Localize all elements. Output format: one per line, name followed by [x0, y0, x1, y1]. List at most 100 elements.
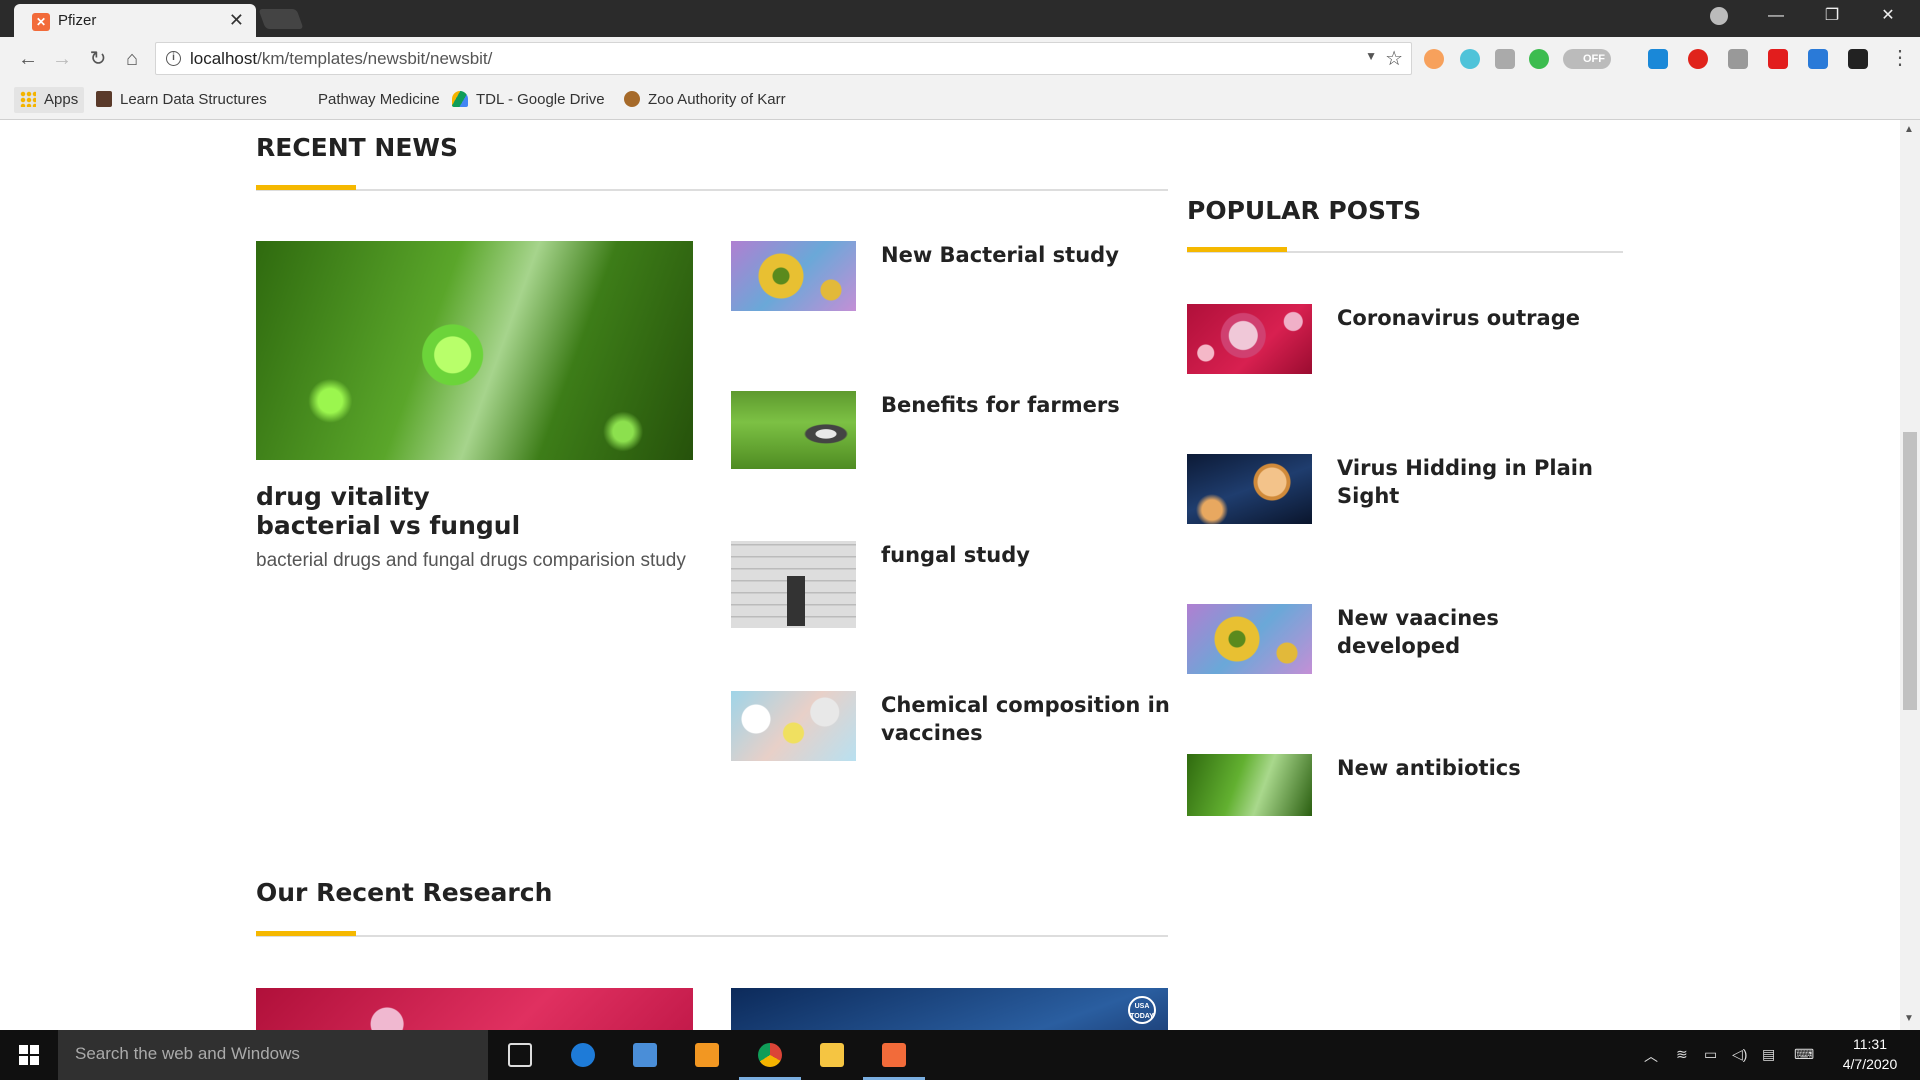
sublime-button[interactable]	[676, 1030, 738, 1080]
research-image[interactable]: USA TODAY	[731, 988, 1168, 1030]
taskbar-clock[interactable]: 11:31 4/7/2020	[1830, 1034, 1910, 1074]
volume-icon[interactable]: ◁)	[1732, 1046, 1747, 1063]
bookmark-learn-data-structures[interactable]: Learn Data Structures	[96, 87, 267, 113]
section-accent	[256, 185, 356, 190]
address-bar[interactable]: i localhost/km/templates/newsbit/newsbit…	[155, 42, 1412, 75]
extension-square-icon[interactable]	[1648, 49, 1668, 69]
keyboard-icon[interactable]: ⌨	[1794, 1046, 1814, 1063]
camera-icon[interactable]	[1848, 49, 1868, 69]
browser-toolbar: ← → ↻ ⌂ i localhost/km/templates/newsbit…	[0, 37, 1920, 81]
featured-image[interactable]	[256, 241, 693, 460]
chrome-icon	[758, 1043, 782, 1067]
restore-button[interactable]: ❐	[1804, 0, 1860, 34]
new-tab-button[interactable]	[258, 9, 304, 29]
post-thumbnail[interactable]	[1187, 604, 1312, 674]
post-item-title[interactable]: Virus Hidding in Plain Sight	[1337, 454, 1637, 510]
toggle-switch[interactable]: OFF	[1563, 49, 1611, 69]
taskbar-search[interactable]: Search the web and Windows	[58, 1030, 488, 1080]
post-thumbnail[interactable]	[1187, 454, 1312, 524]
taskbar-search-placeholder: Search the web and Windows	[75, 1044, 300, 1063]
extension-icon[interactable]	[1424, 49, 1444, 69]
network-app-button[interactable]	[614, 1030, 676, 1080]
featured-description: bacterial drugs and fungal drugs compari…	[256, 550, 686, 571]
bookmark-star-icon[interactable]: ☆	[1385, 46, 1403, 71]
bookmark-google-drive[interactable]: TDL - Google Drive	[452, 87, 605, 113]
close-window-button[interactable]: ✕	[1860, 0, 1916, 34]
opera-icon[interactable]	[1688, 49, 1708, 69]
xampp-favicon-icon: ✕	[32, 13, 50, 31]
bookmark-apps[interactable]: Apps	[14, 87, 85, 113]
news-thumbnail[interactable]	[731, 241, 856, 311]
google-drive-icon	[452, 91, 468, 107]
download-arrow-icon[interactable]	[1808, 49, 1828, 69]
research-image[interactable]	[256, 988, 693, 1030]
scroll-up-arrow-icon[interactable]: ▲	[1904, 124, 1914, 135]
emblem-icon	[624, 91, 640, 107]
download-extension-icon[interactable]	[1495, 49, 1515, 69]
battery-icon[interactable]: ▭	[1704, 1046, 1717, 1063]
post-thumbnail[interactable]	[1187, 304, 1312, 374]
windows-logo-icon	[19, 1045, 39, 1065]
chrome-button[interactable]	[739, 1030, 801, 1080]
reload-button[interactable]: ↻	[84, 45, 112, 73]
back-button[interactable]: ←	[14, 45, 42, 73]
news-thumbnail[interactable]	[731, 541, 856, 628]
file-explorer-button[interactable]	[801, 1030, 863, 1080]
edge-button[interactable]	[552, 1030, 614, 1080]
featured-title[interactable]: drug vitality bacterial vs fungul	[256, 482, 696, 540]
wifi-icon[interactable]: ≋	[1676, 1046, 1688, 1063]
edge-icon	[571, 1043, 595, 1067]
forward-button[interactable]: →	[48, 45, 76, 73]
usa-today-badge: USA TODAY	[1128, 996, 1156, 1024]
recent-news-heading: RECENT NEWS	[256, 133, 459, 162]
scrollbar-thumb[interactable]	[1903, 432, 1917, 710]
post-item-title[interactable]: Coronavirus outrage	[1337, 304, 1627, 332]
windows-taskbar: Search the web and Windows ︿ ≋ ▭ ◁) ▤ ⌨ …	[0, 1030, 1920, 1080]
home-button[interactable]: ⌂	[118, 45, 146, 73]
news-item-title[interactable]: Chemical composition in vaccines	[881, 691, 1171, 747]
folder-icon	[820, 1043, 844, 1067]
youtube-icon[interactable]	[1768, 49, 1788, 69]
post-thumbnail[interactable]	[1187, 754, 1312, 816]
url-text: localhost/km/templates/newsbit/newsbit/	[190, 49, 493, 68]
browser-titlebar: ✕ Pfizer ✕ — ❐ ✕	[0, 0, 1920, 37]
xampp-button[interactable]	[863, 1030, 925, 1080]
bookmark-pathway-medicine[interactable]: Pathway Medicine	[318, 87, 440, 113]
start-button[interactable]	[0, 1030, 58, 1080]
popular-posts-heading: POPULAR POSTS	[1187, 196, 1422, 225]
news-thumbnail[interactable]	[731, 691, 856, 761]
menu-icon[interactable]: ⋮	[1890, 45, 1910, 70]
task-view-button[interactable]	[489, 1030, 551, 1080]
bookmark-zoo-authority[interactable]: Zoo Authority of Karr	[624, 87, 786, 113]
section-divider	[256, 189, 1168, 191]
clock-date: 4/7/2020	[1842, 1056, 1898, 1072]
xampp-icon	[882, 1043, 906, 1067]
news-thumbnail[interactable]	[731, 391, 856, 469]
section-accent	[1187, 247, 1287, 252]
cc-icon	[96, 91, 112, 107]
minimize-button[interactable]: —	[1748, 0, 1804, 34]
network-app-icon	[633, 1043, 657, 1067]
clock-time: 11:31	[1853, 1036, 1887, 1052]
power-icon[interactable]	[1529, 49, 1549, 69]
post-item-title[interactable]: New vaacines developed	[1337, 604, 1627, 660]
headphones-icon[interactable]	[1460, 49, 1480, 69]
dropdown-caret-icon[interactable]: ▼	[1365, 49, 1377, 63]
news-item-title[interactable]: New Bacterial study	[881, 241, 1171, 269]
info-icon[interactable]: i	[166, 51, 181, 66]
recent-research-heading: Our Recent Research	[256, 878, 553, 907]
action-center-icon[interactable]: ▤	[1762, 1046, 1775, 1063]
apps-grid-icon	[20, 91, 36, 107]
news-item-title[interactable]: fungal study	[881, 541, 1171, 569]
section-divider	[256, 935, 1168, 937]
sublime-icon	[695, 1043, 719, 1067]
profile-icon[interactable]	[1710, 7, 1728, 25]
close-tab-icon[interactable]: ✕	[229, 10, 244, 31]
browser-tab[interactable]: ✕ Pfizer ✕	[14, 4, 256, 37]
puzzle-icon[interactable]	[1728, 49, 1748, 69]
show-hidden-icons[interactable]: ︿	[1644, 1046, 1658, 1066]
post-item-title[interactable]: New antibiotics	[1337, 754, 1627, 782]
news-item-title[interactable]: Benefits for farmers	[881, 391, 1171, 419]
scroll-down-arrow-icon[interactable]: ▼	[1904, 1013, 1914, 1024]
bookmarks-bar: Apps Learn Data Structures Pathway Medic…	[0, 81, 1920, 120]
